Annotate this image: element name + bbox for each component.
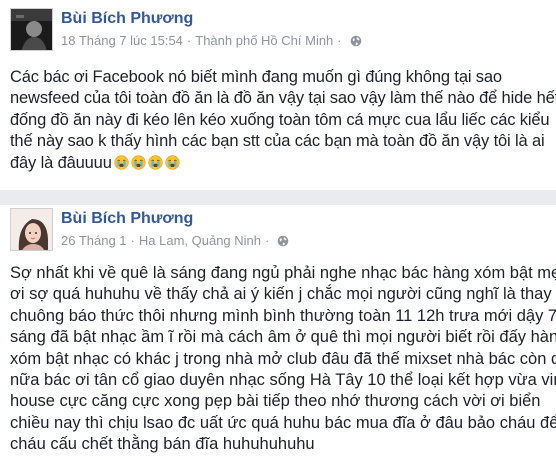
post-location[interactable]: Thành phố Hồ Chí Minh: [195, 33, 333, 48]
text-line: Sợ nhất khi về quê là sáng đang ngủ phải…: [10, 264, 556, 282]
text-line: cháu cấu chết thằng bán đĩa huhuhuhuhu: [10, 435, 315, 454]
crying-face-icon: [114, 154, 129, 170]
post-meta: 26 Tháng 1 · Ha Lam, Quảng Ninh ·: [61, 233, 289, 248]
text-line: đây là đâuuuu: [10, 153, 112, 172]
post-2: Bùi Bích Phương 26 Tháng 1 · Ha Lam, Quả…: [0, 205, 556, 453]
meta-separator: ·: [130, 233, 135, 248]
text-line: sáng đã bật nhạc ầm ĩ rồi mà cách âm ở q…: [10, 328, 556, 347]
text-line: nữa bác ơi tân cổ giao duyên nhạc sống H…: [10, 371, 556, 390]
post-date[interactable]: 26 Tháng 1: [61, 233, 127, 248]
text-line: Các bác ơi Facebook nó biết mình đang mu…: [10, 68, 502, 86]
text-line: chiều nay thì chịu lsao đc uất ức quá hu…: [10, 413, 556, 432]
crying-face-icon: [148, 154, 163, 170]
avatar[interactable]: [10, 208, 53, 251]
globe-icon[interactable]: [277, 235, 289, 247]
post-text: Sợ nhất khi về quê là sáng đang ngủ phải…: [10, 263, 556, 456]
feed-separator: [0, 190, 556, 205]
author-name[interactable]: Bùi Bích Phương: [61, 10, 193, 28]
meta-separator: ·: [265, 233, 270, 248]
avatar[interactable]: [10, 8, 53, 51]
text-line: chuông báo thức thôi nhưng mình bình thư…: [10, 306, 556, 325]
post-header: Bùi Bích Phương 26 Tháng 1 · Ha Lam, Quả…: [10, 208, 546, 253]
post-location[interactable]: Ha Lam, Quảng Ninh: [139, 233, 261, 248]
emoji-row: [112, 154, 180, 172]
author-name[interactable]: Bùi Bích Phương: [61, 210, 193, 228]
text-line: ơi sợ quá huhuhu về thấy chả ai ý kiến j…: [10, 285, 552, 304]
post-date[interactable]: 18 Tháng 7 lúc 15:54: [61, 33, 183, 48]
text-line-last: đây là đâuuuu: [10, 153, 550, 174]
crying-face-icon: [165, 154, 180, 170]
text-line: thế này sao k thấy hình các bạn stt của …: [10, 132, 545, 151]
text-line: newsfeed của tôi toàn đồ ăn là đồ ăn vậy…: [10, 89, 556, 108]
meta-separator: ·: [186, 33, 192, 48]
globe-icon[interactable]: [350, 35, 362, 47]
text-line: đống đồ ăn này đi kéo lên kéo xuống toàn…: [10, 110, 550, 129]
post-1: Bùi Bích Phương 18 Tháng 7 lúc 15:54 · T…: [0, 0, 556, 190]
post-meta: 18 Tháng 7 lúc 15:54 · Thành phố Hồ Chí …: [61, 33, 362, 48]
text-line: house cực căng cực xong pẹp bài tiếp the…: [10, 392, 541, 411]
crying-face-icon: [131, 154, 146, 170]
text-line: xóm bật nhạc có khác j trong nhà mở club…: [10, 349, 556, 368]
meta-separator: ·: [337, 33, 342, 48]
post-text: Các bác ơi Facebook nó biết mình đang mu…: [10, 67, 556, 174]
post-header: Bùi Bích Phương 18 Tháng 7 lúc 15:54 · T…: [10, 8, 546, 53]
